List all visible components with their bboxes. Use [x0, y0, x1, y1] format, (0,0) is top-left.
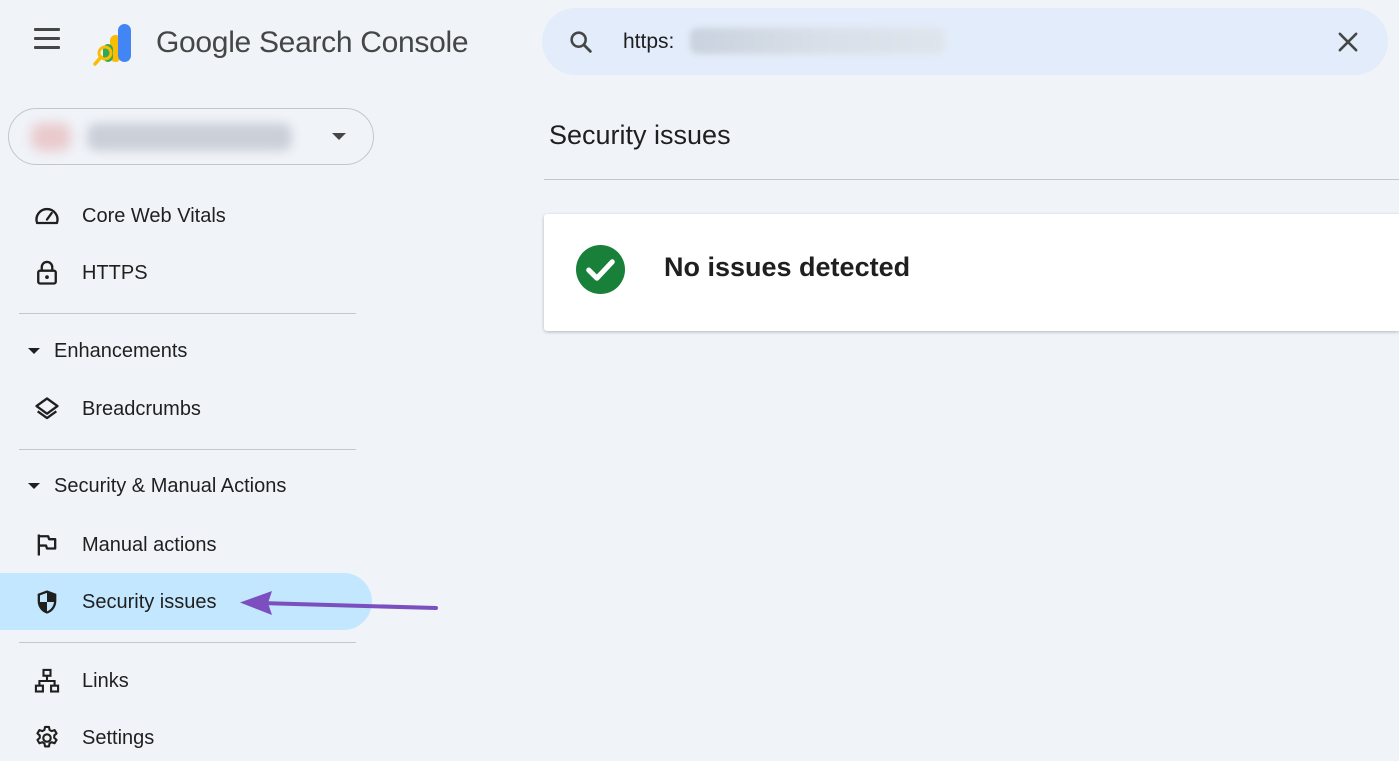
flag-icon [37, 534, 57, 556]
close-icon[interactable] [1334, 28, 1362, 56]
redacted-property-name [87, 123, 292, 151]
sidebar-item-manual-actions[interactable]: Manual actions [0, 516, 372, 573]
section-label: Security & Manual Actions [54, 475, 287, 497]
gear-icon [36, 725, 58, 748]
sitemap-icon [34, 668, 60, 693]
search-icon [570, 31, 592, 53]
redacted-url [690, 28, 945, 54]
section-enhancements[interactable]: Enhancements [0, 332, 372, 372]
lock-icon [37, 260, 57, 285]
section-security-manual-actions[interactable]: Security & Manual Actions [0, 467, 372, 507]
search-console-logo [93, 24, 131, 66]
main-menu-button[interactable] [30, 28, 64, 58]
sidebar-item-https[interactable]: HTTPS [0, 244, 372, 301]
caret-down-icon [28, 483, 40, 489]
sidebar-item-label: Core Web Vitals [82, 205, 226, 227]
property-selector[interactable] [8, 108, 374, 165]
title-divider [544, 179, 1399, 180]
search-input[interactable]: https: [623, 30, 674, 54]
page-title: Security issues [549, 120, 731, 150]
status-text: No issues detected [664, 252, 911, 282]
brand-title: Google Search Console [156, 26, 469, 59]
sidebar-item-breadcrumbs[interactable]: Breadcrumbs [0, 380, 372, 437]
caret-down-icon [28, 348, 40, 354]
layers-icon [35, 397, 59, 420]
sidebar-item-settings[interactable]: Settings [0, 709, 372, 761]
sidebar-divider [19, 642, 356, 643]
sidebar-divider [19, 449, 356, 450]
check-circle-icon [576, 245, 625, 294]
sidebar-item-label: Settings [82, 727, 155, 749]
chevron-down-icon [332, 133, 346, 140]
annotation-arrow-icon [240, 591, 438, 615]
sidebar-item-label: Manual actions [82, 534, 217, 556]
sidebar-item-label: Security issues [82, 591, 217, 613]
sidebar-item-label: HTTPS [82, 262, 148, 284]
sidebar-item-label: Breadcrumbs [82, 398, 201, 420]
sidebar-divider [19, 313, 356, 314]
shield-icon [37, 590, 57, 614]
section-label: Enhancements [54, 340, 188, 362]
redacted-favicon [31, 123, 71, 151]
url-inspection-search[interactable]: https: [542, 8, 1388, 75]
sidebar-item-core-web-vitals[interactable]: Core Web Vitals [0, 187, 372, 244]
sidebar-item-links[interactable]: Links [0, 652, 372, 709]
sidebar-item-label: Links [82, 670, 129, 692]
speedometer-icon [35, 207, 59, 225]
status-card: No issues detected [544, 214, 1399, 331]
